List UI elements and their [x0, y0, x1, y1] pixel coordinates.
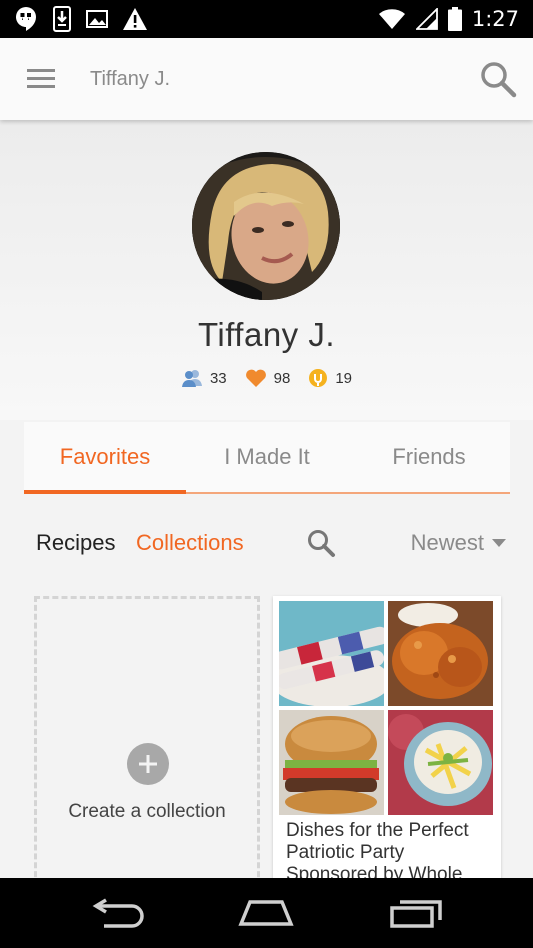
- tab-favorites[interactable]: Favorites: [24, 422, 186, 494]
- chevron-down-icon: [492, 539, 506, 547]
- hangouts-icon: [16, 7, 36, 31]
- collection-thumbnail-grid: [279, 601, 493, 815]
- burger-thumbnail: [279, 710, 384, 815]
- favorites-content: Recipes Collections Newest Create a coll…: [0, 496, 533, 886]
- profile-header: Tiffany J. 33 98 19: [0, 120, 533, 420]
- warning-icon: [123, 8, 147, 30]
- image-icon: [86, 10, 108, 28]
- filter-collections[interactable]: Collections: [136, 530, 244, 556]
- battery-icon: [447, 7, 462, 31]
- create-collection-label: Create a collection: [68, 801, 226, 822]
- download-icon: [53, 6, 71, 32]
- search-icon[interactable]: [479, 60, 517, 98]
- tab-i-made-it[interactable]: I Made It: [186, 422, 348, 492]
- filter-search-icon[interactable]: [306, 528, 336, 558]
- status-bar: 1:27: [0, 0, 533, 38]
- clock: 1:27: [471, 7, 519, 31]
- app-bar-title: Tiffany J.: [90, 68, 171, 90]
- heart-icon: [245, 369, 266, 387]
- filter-row: Recipes Collections Newest: [36, 530, 506, 560]
- sort-dropdown[interactable]: Newest: [411, 530, 506, 556]
- stat-favorites-count: 98: [273, 369, 291, 387]
- profile-stats: 33 98 19: [0, 368, 533, 388]
- back-icon[interactable]: [88, 896, 148, 930]
- salad-thumbnail: [388, 710, 493, 815]
- collection-card[interactable]: Dishes for the Perfect Patriotic Party S…: [273, 596, 501, 886]
- stat-favorites[interactable]: 98: [245, 369, 291, 388]
- made-it-icon: [309, 369, 328, 387]
- stat-made-it[interactable]: 19: [308, 368, 352, 388]
- popsicle-thumbnail: [279, 601, 384, 706]
- create-collection-card[interactable]: Create a collection: [34, 596, 260, 886]
- app-bar: Tiffany J.: [0, 38, 533, 120]
- stat-friends[interactable]: 33: [181, 369, 227, 387]
- add-icon: [127, 743, 169, 785]
- signal-icon: [415, 8, 438, 30]
- profile-name: Tiffany J.: [197, 316, 336, 353]
- collection-title: Dishes for the Perfect Patriotic Party S…: [286, 820, 469, 885]
- hamburger-menu-icon[interactable]: [20, 62, 62, 96]
- wifi-icon: [378, 9, 405, 29]
- sort-label: Newest: [410, 530, 484, 555]
- recents-icon[interactable]: [386, 896, 446, 930]
- tab-friends[interactable]: Friends: [348, 422, 510, 492]
- navigation-bar: [0, 878, 533, 948]
- filter-recipes[interactable]: Recipes: [36, 530, 115, 556]
- stat-friends-count: 33: [209, 369, 227, 387]
- fried-chicken-thumbnail: [388, 601, 493, 706]
- avatar[interactable]: [192, 152, 340, 300]
- home-icon[interactable]: [236, 896, 296, 930]
- friends-icon: [181, 370, 202, 387]
- profile-tabs: Favorites I Made It Friends: [24, 422, 510, 494]
- stat-made-it-count: 19: [335, 369, 353, 387]
